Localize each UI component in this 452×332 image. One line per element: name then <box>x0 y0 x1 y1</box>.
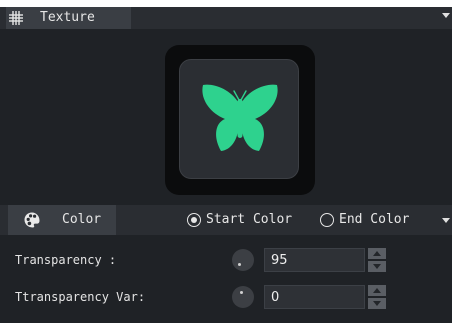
butterfly-icon <box>202 84 278 151</box>
transparency-dial[interactable] <box>232 249 254 271</box>
color-tab[interactable]: Color <box>8 205 116 235</box>
dial-indicator <box>240 291 243 294</box>
texture-section-header: Texture <box>0 7 452 29</box>
transparency-var-increment-button[interactable] <box>368 285 386 296</box>
top-strip <box>0 0 452 7</box>
transparency-var-label: Ttransparency Var: <box>15 290 146 304</box>
texture-preview-frame <box>179 59 299 179</box>
dial-indicator <box>238 263 241 266</box>
texture-tab-label: Texture <box>40 10 95 25</box>
transparency-increment-button[interactable] <box>368 248 386 259</box>
texture-preview[interactable] <box>165 45 315 195</box>
transparency-input[interactable] <box>264 248 365 272</box>
texture-color-panel: Texture Color Start Color End Color Tran… <box>0 7 452 323</box>
color-collapse-arrow-icon[interactable] <box>442 218 450 223</box>
transparency-row: Transparency : <box>0 246 452 274</box>
transparency-label: Transparency : <box>15 253 117 267</box>
start-color-radio-indicator[interactable] <box>187 213 201 227</box>
transparency-var-row: Ttransparency Var: <box>0 283 452 311</box>
transparency-var-decrement-button[interactable] <box>368 298 386 309</box>
start-color-label: Start Color <box>206 212 293 227</box>
color-tab-label: Color <box>62 212 102 227</box>
transparency-spinner <box>368 248 386 272</box>
transparency-var-dial[interactable] <box>232 286 254 308</box>
end-color-radio-indicator[interactable] <box>320 213 334 227</box>
texture-grid-icon <box>8 10 24 26</box>
texture-tab[interactable]: Texture <box>6 7 131 29</box>
transparency-decrement-button[interactable] <box>368 261 386 272</box>
palette-icon <box>23 211 41 229</box>
transparency-var-spinner <box>368 285 386 309</box>
transparency-var-input[interactable] <box>264 285 365 309</box>
texture-collapse-arrow-icon[interactable] <box>442 13 450 18</box>
end-color-label: End Color <box>339 212 410 227</box>
color-section-header: Color Start Color End Color <box>0 205 452 235</box>
bottom-strip <box>0 323 452 332</box>
